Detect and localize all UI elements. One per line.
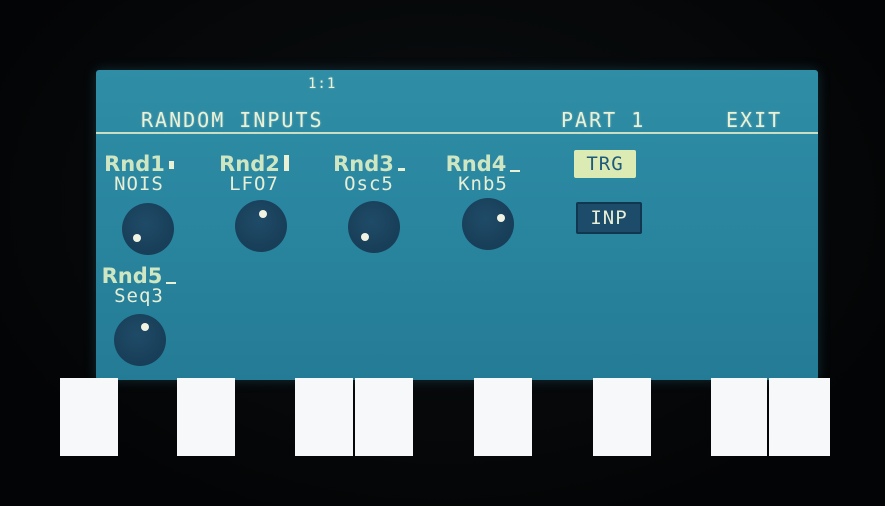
knob-rnd2[interactable] (235, 200, 287, 252)
lcd-screen: 1:1 RANDOM INPUTS PART 1 EXIT Rnd1 NOIS … (96, 70, 818, 380)
activity-indicator (168, 161, 174, 169)
knob-pointer (141, 323, 149, 331)
param-rnd4[interactable]: Rnd4 Knb5 (428, 154, 538, 195)
param-value: LFO7 (229, 173, 279, 195)
page-title: RANDOM INPUTS (141, 108, 324, 132)
white-key[interactable] (355, 378, 413, 456)
page-number: 1:1 (308, 76, 337, 92)
param-rnd5[interactable]: Rnd5 Seq3 (84, 266, 194, 307)
white-key[interactable] (60, 378, 118, 456)
param-value: NOIS (114, 173, 164, 195)
param-rnd1[interactable]: Rnd1 NOIS (84, 154, 194, 195)
activity-indicator (510, 170, 521, 172)
knob-rnd3[interactable] (348, 201, 400, 253)
param-value: Osc5 (344, 173, 394, 195)
white-key[interactable] (769, 378, 830, 456)
knob-rnd4[interactable] (462, 198, 514, 250)
keyboard-keys (60, 378, 830, 456)
white-key[interactable] (711, 378, 767, 456)
white-key[interactable] (593, 378, 651, 456)
param-value: Knb5 (458, 173, 508, 195)
activity-indicator (397, 168, 405, 171)
header-divider (96, 132, 818, 134)
exit-button[interactable]: EXIT (726, 108, 782, 132)
white-key[interactable] (177, 378, 235, 456)
trg-button[interactable]: TRG (574, 150, 636, 178)
param-label: Rnd2 (219, 154, 289, 175)
inp-button[interactable]: INP (576, 202, 642, 234)
param-rnd3[interactable]: Rnd3 Osc5 (314, 154, 424, 195)
part-selector[interactable]: PART 1 (561, 108, 645, 132)
knob-pointer (259, 210, 267, 218)
white-key[interactable] (474, 378, 532, 456)
param-rnd2[interactable]: Rnd2 LFO7 (199, 154, 309, 195)
knob-pointer (133, 234, 141, 242)
knob-rnd1[interactable] (122, 203, 174, 255)
knob-pointer (361, 233, 369, 241)
param-value: Seq3 (114, 285, 164, 307)
knob-pointer (497, 214, 505, 222)
param-label: Rnd5 (102, 266, 177, 287)
param-label: Rnd4 (446, 154, 521, 175)
activity-indicator (283, 155, 289, 171)
activity-indicator (166, 282, 177, 284)
param-label: Rnd3 (333, 154, 405, 175)
white-key[interactable] (295, 378, 353, 456)
param-label: Rnd1 (104, 154, 174, 175)
knob-rnd5[interactable] (114, 314, 166, 366)
